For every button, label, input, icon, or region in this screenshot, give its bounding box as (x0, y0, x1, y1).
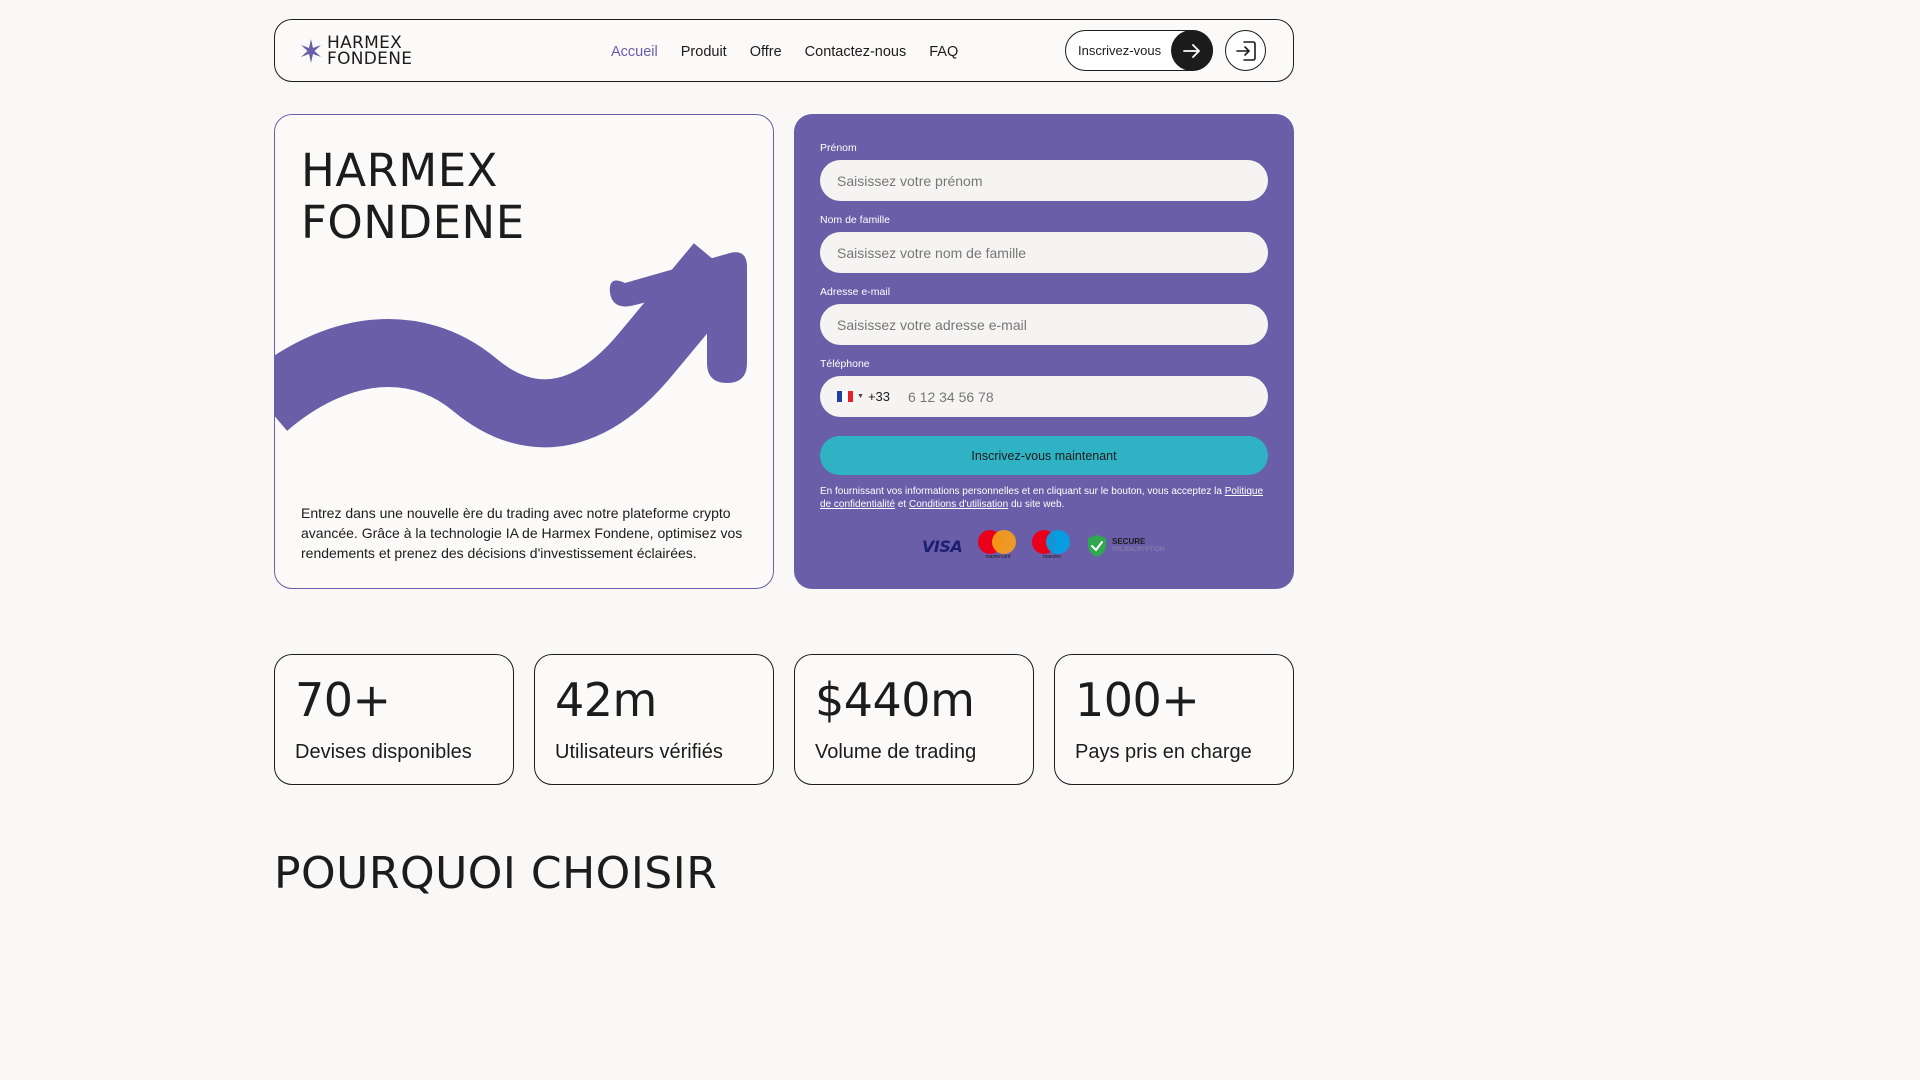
last-name-label: Nom de famille (820, 214, 891, 226)
email-placeholder: Saisissez votre adresse e-mail (837, 316, 1027, 333)
first-name-label: Prénom (820, 142, 857, 154)
hero-card: HARMEX FONDENE Entrez dans une nouvelle … (274, 114, 774, 589)
phone-label: Téléphone (820, 358, 870, 370)
first-name-placeholder: Saisissez votre prénom (837, 172, 983, 189)
phone-placeholder: 6 12 34 56 78 (908, 388, 994, 405)
last-name-input[interactable]: Saisissez votre nom de famille (820, 232, 1268, 273)
hero-title: HARMEX FONDENE (301, 145, 525, 249)
legal-suffix: du site web. (1010, 499, 1065, 510)
hero-title-line-2: FONDENE (301, 196, 525, 249)
secure-subtitle: SSL ENCRYPTION (1112, 547, 1165, 553)
stat-card-volume: $440m Volume de trading (794, 654, 1034, 785)
country-code-selector[interactable]: ▼ +33 (837, 389, 890, 404)
nav-produit[interactable]: Produit (681, 44, 727, 60)
maestro-logo: maestro (1032, 530, 1072, 562)
stat-label: Utilisateurs vérifiés (555, 741, 723, 763)
shield-check-icon (1088, 535, 1106, 557)
secure-title: SECURE (1112, 537, 1146, 546)
signup-button[interactable]: Inscrivez-vous (1065, 30, 1213, 71)
first-name-input[interactable]: Saisissez votre prénom (820, 160, 1268, 201)
ssl-badge: SECURE SSL ENCRYPTION (1086, 534, 1164, 558)
logo[interactable]: HARMEX FONDENE (301, 34, 413, 69)
terms-link[interactable]: Conditions d'utilisation (909, 499, 1008, 510)
nav-contact[interactable]: Contactez-nous (805, 44, 907, 60)
signup-form: Prénom Saisissez votre prénom Nom de fam… (794, 114, 1294, 589)
last-name-placeholder: Saisissez votre nom de famille (837, 244, 1027, 261)
nav-accueil[interactable]: Accueil (611, 44, 658, 60)
mastercard-logo: mastercard (978, 530, 1018, 562)
phone-input[interactable]: ▼ +33 6 12 34 56 78 (820, 376, 1268, 417)
caret-down-icon: ▼ (857, 393, 864, 400)
stat-value: 70+ (295, 673, 391, 727)
logo-text: HARMEX FONDENE (327, 34, 413, 69)
star-logo-icon (301, 38, 321, 63)
nav-offre[interactable]: Offre (750, 44, 782, 60)
visa-logo: VISA (922, 536, 963, 556)
hero-description: Entrez dans une nouvelle ère du trading … (301, 505, 743, 561)
payment-logos: VISA mastercard maestro SECURE SSL ENCRY… (922, 530, 1164, 562)
stat-label: Volume de trading (815, 741, 977, 763)
section-title: POURQUOI CHOISIR (274, 848, 718, 899)
maestro-caption: maestro (1042, 554, 1062, 560)
stat-label: Devises disponibles (295, 741, 472, 763)
login-button[interactable] (1225, 30, 1266, 71)
legal-notice: En fournissant vos informations personne… (820, 485, 1268, 511)
legal-and: et (897, 499, 907, 510)
main-nav: Accueil Produit Offre Contactez-nous FAQ (611, 20, 958, 83)
email-label: Adresse e-mail (820, 286, 891, 298)
arrow-right-icon (1171, 30, 1213, 71)
stat-card-currencies: 70+ Devises disponibles (274, 654, 514, 785)
email-input[interactable]: Saisissez votre adresse e-mail (820, 304, 1268, 345)
nav-faq[interactable]: FAQ (929, 44, 958, 60)
logo-line-2: FONDENE (327, 48, 413, 69)
phone-prefix: +33 (867, 389, 890, 404)
mastercard-caption: mastercard (985, 554, 1011, 560)
hero-title-line-1: HARMEX (301, 144, 498, 197)
stat-label: Pays pris en charge (1075, 741, 1252, 763)
site-header: HARMEX FONDENE Accueil Produit Offre Con… (274, 19, 1294, 82)
signup-label: Inscrivez-vous (1078, 43, 1162, 58)
login-icon (1235, 40, 1256, 61)
submit-button[interactable]: Inscrivez-vous maintenant (820, 436, 1268, 475)
stat-value: $440m (815, 673, 975, 727)
stat-value: 100+ (1075, 673, 1200, 727)
stat-value: 42m (555, 673, 657, 727)
france-flag-icon (837, 391, 853, 402)
legal-text: En fournissant vos informations personne… (820, 486, 1222, 497)
stat-card-countries: 100+ Pays pris en charge (1054, 654, 1294, 785)
stat-card-users: 42m Utilisateurs vérifiés (534, 654, 774, 785)
